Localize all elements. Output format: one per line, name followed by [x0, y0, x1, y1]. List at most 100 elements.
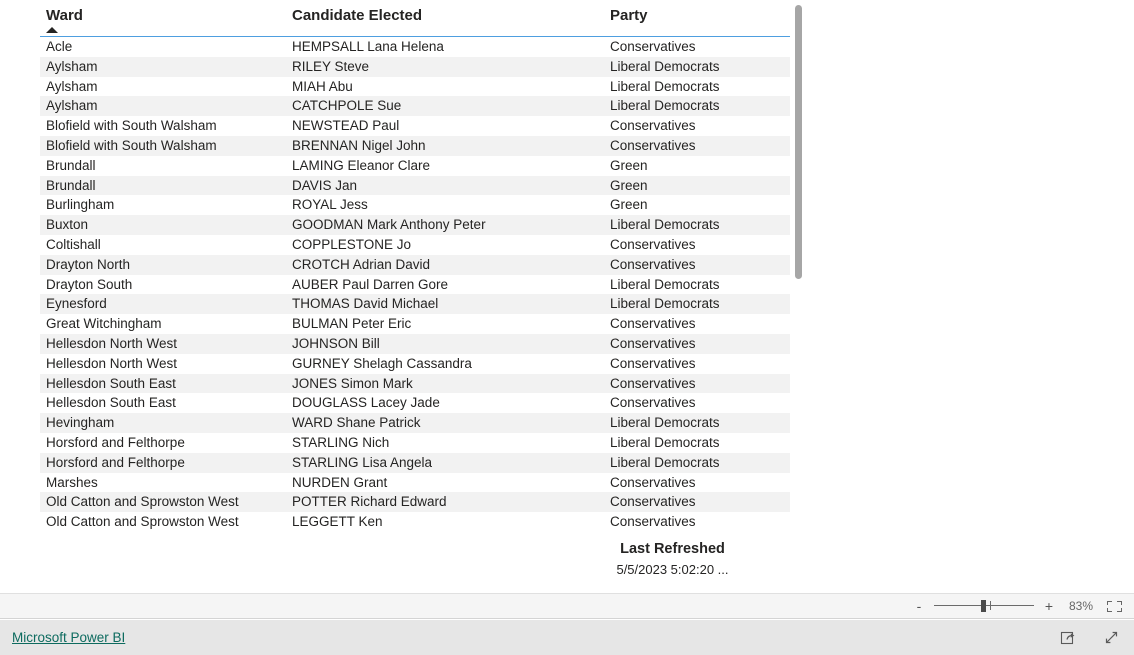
table-row[interactable]: Aylsham CATCHPOLE Sue Liberal Democrats	[40, 96, 790, 117]
cell-party: Liberal Democrats	[604, 96, 790, 117]
elected-candidates-table[interactable]: Ward Candidate Elected Party Acle HEMPSAL…	[40, 0, 790, 532]
cell-ward: Old Catton and Sprowston West	[40, 492, 286, 513]
fullscreen-expand-icon[interactable]	[1103, 629, 1120, 646]
cell-party: Conservatives	[604, 492, 790, 513]
table-row[interactable]: Great Witchingham BULMAN Peter Eric Conser…	[40, 314, 790, 334]
cell-party: Conservatives	[604, 116, 790, 136]
cell-party: Liberal Democrats	[604, 56, 790, 77]
cell-ward: Coltishall	[40, 234, 286, 255]
table-row[interactable]: Buxton GOODMAN Mark Anthony Peter Liberal …	[40, 215, 790, 235]
table-row[interactable]: Hellesdon South East DOUGLASS Lacey Jade C…	[40, 393, 790, 414]
scrollbar-thumb[interactable]	[795, 5, 802, 279]
report-canvas: Ward Candidate Elected Party Acle HEMPSAL…	[0, 0, 1134, 593]
table-row[interactable]: Brundall LAMING Eleanor Clare Green	[40, 155, 790, 176]
cell-candidate-elected: STARLING Nich	[286, 432, 604, 453]
table-row[interactable]: Hellesdon North West JOHNSON Bill Conserva…	[40, 333, 790, 354]
cell-ward: Blofield with South Walsham	[40, 135, 286, 156]
cell-candidate-elected: HEMPSALL Lana Helena	[286, 36, 604, 57]
table-row[interactable]: Horsford and Felthorpe STARLING Nich Liber…	[40, 432, 790, 453]
share-icon[interactable]	[1060, 629, 1077, 646]
cell-ward: Buxton	[40, 215, 286, 235]
fit-corner-top-right	[1117, 600, 1122, 605]
last-refreshed-title: Last Refreshed	[620, 541, 725, 557]
cell-ward: Aylsham	[40, 56, 286, 77]
table-row[interactable]: Marshes NURDEN Grant Conservatives	[40, 472, 790, 493]
cell-candidate-elected: BRENNAN Nigel John	[286, 135, 604, 156]
fit-to-page-icon[interactable]	[1107, 600, 1122, 612]
sort-ascending-icon[interactable]	[46, 27, 58, 33]
table-row[interactable]: Acle HEMPSALL Lana Helena Conservatives	[40, 36, 790, 57]
cell-candidate-elected: GURNEY Shelagh Cassandra	[286, 353, 604, 374]
table-row[interactable]: Drayton South AUBER Paul Darren Gore Liber…	[40, 274, 790, 295]
cell-party: Conservatives	[604, 333, 790, 354]
report-footer: Microsoft Power BI	[0, 620, 1134, 655]
cell-candidate-elected: AUBER Paul Darren Gore	[286, 274, 604, 295]
zoom-percent-label: 83%	[1068, 599, 1094, 613]
cell-candidate-elected: COPPLESTONE Jo	[286, 234, 604, 255]
table-row[interactable]: Horsford and Felthorpe STARLING Lisa Ange…	[40, 452, 790, 473]
results-table: Ward Candidate Elected Party Acle HEMPSAL…	[40, 0, 790, 532]
cell-ward: Aylsham	[40, 96, 286, 117]
column-header-party[interactable]: Party	[604, 0, 790, 37]
cell-ward: Drayton North	[40, 254, 286, 275]
table-row[interactable]: Hellesdon South East JONES Simon Mark Cons…	[40, 373, 790, 394]
zoom-controls: - + 83%	[913, 599, 1122, 613]
table-vertical-scrollbar[interactable]	[794, 3, 803, 583]
zoom-slider-handle[interactable]	[981, 600, 986, 612]
table-row[interactable]: Blofield with South Walsham NEWSTEAD Paul…	[40, 116, 790, 136]
fit-corner-top-left	[1107, 600, 1112, 605]
table-row[interactable]: Eynesford THOMAS David Michael Liberal Dem…	[40, 294, 790, 315]
zoom-slider[interactable]	[934, 599, 1034, 613]
cell-candidate-elected: THOMAS David Michael	[286, 294, 604, 315]
cell-party: Conservatives	[604, 353, 790, 374]
cell-candidate-elected: RILEY Steve	[286, 56, 604, 77]
table-row[interactable]: Hellesdon North West GURNEY Shelagh Cassa…	[40, 353, 790, 374]
column-header-ward[interactable]: Ward	[40, 0, 286, 37]
cell-ward: Hellesdon North West	[40, 333, 286, 354]
last-refreshed-value: 5/5/2023 5:02:20 ...	[616, 562, 729, 577]
table-header-row: Ward Candidate Elected Party	[40, 0, 790, 37]
cell-party: Conservatives	[604, 393, 790, 414]
cell-ward: Brundall	[40, 155, 286, 176]
cell-ward: Brundall	[40, 175, 286, 196]
table-row[interactable]: Drayton North CROTCH Adrian David Conserva…	[40, 254, 790, 275]
table-row[interactable]: Hevingham WARD Shane Patrick Liberal Democ…	[40, 413, 790, 433]
cell-party: Liberal Democrats	[604, 413, 790, 433]
cell-candidate-elected: GOODMAN Mark Anthony Peter	[286, 215, 604, 235]
table-row[interactable]: Aylsham MIAH Abu Liberal Democrats	[40, 76, 790, 97]
table-row[interactable]: Old Catton and Sprowston West LEGGETT Ken…	[40, 512, 790, 532]
table-row[interactable]: Blofield with South Walsham BRENNAN Nigel…	[40, 135, 790, 156]
cell-ward: Blofield with South Walsham	[40, 116, 286, 136]
microsoft-power-bi-link[interactable]: Microsoft Power BI	[12, 630, 125, 645]
column-header-ward-label: Ward	[46, 7, 83, 24]
cell-party: Conservatives	[604, 135, 790, 156]
cell-party: Conservatives	[604, 254, 790, 275]
zoom-in-button[interactable]: +	[1043, 599, 1055, 613]
cell-ward: Hellesdon South East	[40, 393, 286, 414]
cell-candidate-elected: NURDEN Grant	[286, 472, 604, 493]
column-header-candidate-elected[interactable]: Candidate Elected	[286, 0, 604, 37]
cell-ward: Drayton South	[40, 274, 286, 295]
cell-party: Liberal Democrats	[604, 432, 790, 453]
table-row[interactable]: Brundall DAVIS Jan Green	[40, 175, 790, 196]
fit-corner-bottom-right	[1117, 607, 1122, 612]
cell-party: Green	[604, 155, 790, 176]
table-row[interactable]: Burlingham ROYAL Jess Green	[40, 195, 790, 216]
table-row[interactable]: Coltishall COPPLESTONE Jo Conservatives	[40, 234, 790, 255]
cell-candidate-elected: LAMING Eleanor Clare	[286, 155, 604, 176]
cell-candidate-elected: ROYAL Jess	[286, 195, 604, 216]
cell-ward: Marshes	[40, 472, 286, 493]
cell-ward: Hellesdon South East	[40, 373, 286, 394]
cell-candidate-elected: STARLING Lisa Angela	[286, 452, 604, 473]
column-header-candidate-elected-label: Candidate Elected	[292, 7, 423, 24]
cell-candidate-elected: WARD Shane Patrick	[286, 413, 604, 433]
cell-candidate-elected: DAVIS Jan	[286, 175, 604, 196]
cell-candidate-elected: CATCHPOLE Sue	[286, 96, 604, 117]
table-row[interactable]: Old Catton and Sprowston West POTTER Rich…	[40, 492, 790, 513]
cell-party: Liberal Democrats	[604, 452, 790, 473]
cell-party: Conservatives	[604, 373, 790, 394]
zoom-out-button[interactable]: -	[913, 599, 925, 613]
zoom-slider-tick	[990, 601, 991, 610]
table-row[interactable]: Aylsham RILEY Steve Liberal Democrats	[40, 56, 790, 77]
cell-party: Liberal Democrats	[604, 274, 790, 295]
